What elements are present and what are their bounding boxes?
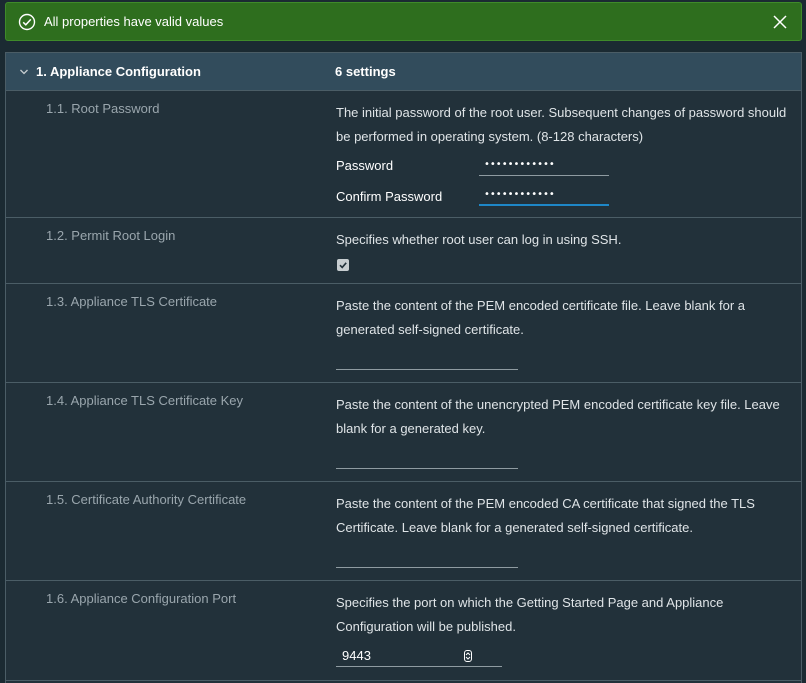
- setting-description: Paste the content of the PEM encoded CA …: [336, 496, 755, 535]
- alert-message: All properties have valid values: [44, 14, 224, 29]
- close-icon[interactable]: [765, 7, 795, 37]
- check-circle-icon: [18, 13, 36, 31]
- password-label: Password: [336, 158, 394, 173]
- setting-description: The initial password of the root user. S…: [336, 105, 787, 144]
- setting-label: 1.4. Appliance TLS Certificate Key: [46, 393, 244, 408]
- port-value: 9443: [342, 648, 371, 663]
- tls-certificate-input[interactable]: [336, 348, 518, 370]
- setting-description: Paste the content of the PEM encoded cer…: [336, 298, 746, 337]
- configuration-port-input[interactable]: 9443: [336, 645, 502, 667]
- setting-label: 1.1. Root Password: [46, 101, 160, 116]
- setting-row-appliance-tls-certificate: 1.3. Appliance TLS Certificate Paste the…: [6, 284, 801, 383]
- section-header-appliance-configuration[interactable]: 1. Appliance Configuration 6 settings: [6, 53, 801, 91]
- section-settings-count: 6 settings: [335, 64, 396, 79]
- settings-panel: 1. Appliance Configuration 6 settings 1.…: [5, 52, 802, 683]
- setting-label: 1.5. Certificate Authority Certificate: [46, 492, 247, 507]
- password-field[interactable]: [479, 154, 609, 176]
- setting-row-root-password: 1.1. Root Password The initial password …: [6, 91, 801, 218]
- setting-description: Paste the content of the unencrypted PEM…: [336, 397, 780, 436]
- setting-row-appliance-configuration-port: 1.6. Appliance Configuration Port Specif…: [6, 581, 801, 681]
- chevron-down-icon[interactable]: [18, 66, 30, 78]
- setting-row-certificate-authority-certificate: 1.5. Certificate Authority Certificate P…: [6, 482, 801, 581]
- setting-description: Specifies whether root user can log in u…: [336, 232, 622, 247]
- setting-label: 1.6. Appliance Configuration Port: [46, 591, 237, 606]
- setting-row-permit-root-login: 1.2. Permit Root Login Specifies whether…: [6, 218, 801, 284]
- success-alert: All properties have valid values: [5, 2, 802, 41]
- number-spinner-icon[interactable]: [464, 649, 472, 662]
- permit-root-login-checkbox[interactable]: [337, 259, 349, 271]
- confirm-password-field[interactable]: [479, 184, 609, 206]
- setting-label: 1.3. Appliance TLS Certificate: [46, 294, 218, 309]
- setting-label: 1.2. Permit Root Login: [46, 228, 176, 243]
- ca-certificate-input[interactable]: [336, 546, 518, 568]
- section-title: 1. Appliance Configuration: [36, 64, 201, 79]
- setting-row-appliance-tls-certificate-key: 1.4. Appliance TLS Certificate Key Paste…: [6, 383, 801, 482]
- tls-certificate-key-input[interactable]: [336, 447, 518, 469]
- confirm-password-label: Confirm Password: [336, 189, 443, 204]
- setting-description: Specifies the port on which the Getting …: [336, 595, 724, 634]
